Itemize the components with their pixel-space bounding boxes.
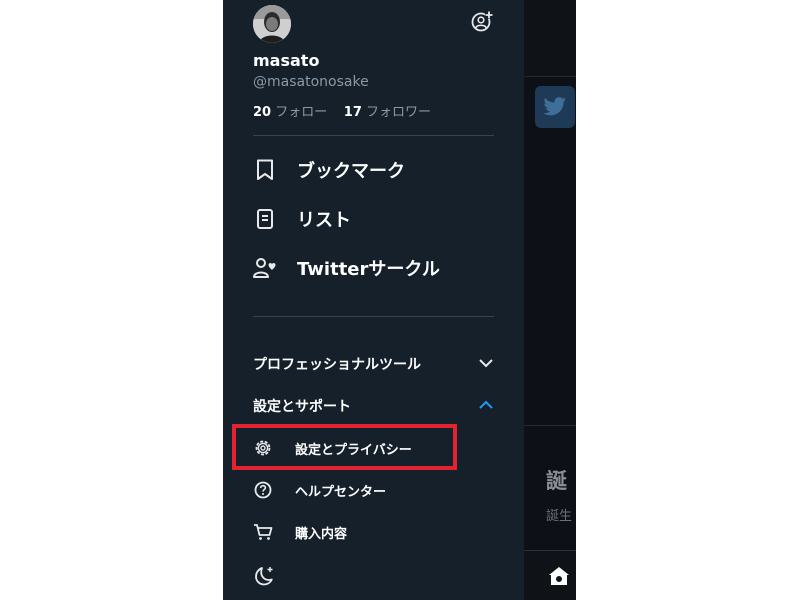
twitter-circle-icon <box>253 256 277 280</box>
section-settings-support[interactable]: 設定とサポート <box>253 396 494 416</box>
bookmark-icon <box>253 158 277 182</box>
section-label: 設定とサポート <box>253 399 351 415</box>
followers-count: 17 <box>343 105 362 120</box>
chevron-down-icon <box>478 356 494 372</box>
background-header <box>524 0 576 76</box>
divider <box>253 316 494 317</box>
twitter-logo-icon <box>535 86 575 128</box>
menu-item-label: ヘルプセンター <box>295 484 387 500</box>
chevron-up-icon <box>478 398 494 414</box>
menu-item-purchases[interactable]: 購入内容 <box>253 522 347 542</box>
highlight-box <box>232 424 457 470</box>
menu-item-twitter-circle[interactable]: Twitterサークル <box>253 255 440 281</box>
add-account-icon[interactable] <box>469 8 495 34</box>
avatar[interactable] <box>253 5 291 43</box>
follow-stats: 20 フォロー 17 フォロワー <box>253 101 431 120</box>
display-name[interactable]: masato <box>253 51 319 70</box>
menu-item-lists[interactable]: リスト <box>253 206 351 232</box>
background-divider <box>524 425 576 426</box>
background-heading: 誕 <box>546 469 567 493</box>
following-link[interactable]: 20 フォロー <box>253 105 327 120</box>
menu-item-help-center[interactable]: ヘルプセンター <box>253 480 386 500</box>
divider <box>253 135 494 136</box>
menu-item-label: 購入内容 <box>295 526 348 542</box>
help-icon <box>253 480 273 500</box>
background-divider <box>524 76 576 77</box>
section-professional-tools[interactable]: プロフェッショナルツール <box>253 354 494 374</box>
menu-item-bookmarks[interactable]: ブックマーク <box>253 157 405 183</box>
menu-item-label: ブックマーク <box>297 161 405 182</box>
background-subtext: 誕生 <box>546 509 573 524</box>
menu-item-label: Twitterサークル <box>297 259 440 280</box>
following-label: フォロー <box>275 105 328 120</box>
moon-icon[interactable] <box>253 565 275 591</box>
home-icon[interactable] <box>548 566 570 590</box>
followers-link[interactable]: 17 フォロワー <box>344 105 431 120</box>
phone-screen: 誕 誕生 masato @masatonosake 20 フォロー 17 フォロ… <box>223 0 576 600</box>
followers-label: フォロワー <box>366 105 432 120</box>
cart-icon <box>253 522 273 542</box>
navigation-drawer: masato @masatonosake 20 フォロー 17 フォロワー ブッ… <box>223 0 524 600</box>
list-icon <box>253 207 277 231</box>
menu-item-label: リスト <box>297 210 351 231</box>
section-label: プロフェッショナルツール <box>253 357 421 373</box>
following-count: 20 <box>253 105 272 120</box>
user-handle: @masatonosake <box>253 74 369 90</box>
